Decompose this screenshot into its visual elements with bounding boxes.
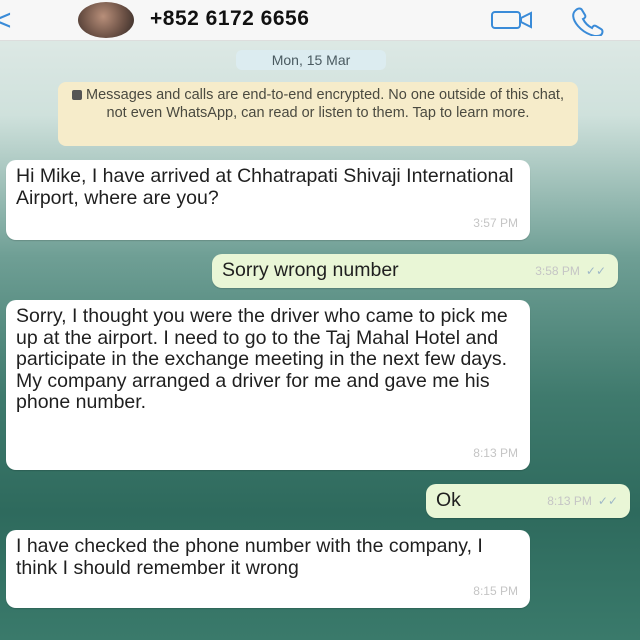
- message-text: Sorry, I thought you were the driver who…: [16, 305, 508, 413]
- message-bubble-incoming[interactable]: Sorry, I thought you were the driver who…: [6, 300, 530, 470]
- message-time: 3:58 PM ✓✓: [535, 263, 606, 278]
- read-ticks-icon: ✓✓: [585, 263, 606, 278]
- read-ticks-icon: ✓✓: [597, 493, 618, 508]
- message-text: Ok: [436, 489, 461, 511]
- message-bubble-outgoing[interactable]: Sorry wrong number 3:58 PM ✓✓: [212, 254, 618, 288]
- back-arrow-icon[interactable]: <: [0, 4, 12, 38]
- message-bubble-incoming[interactable]: I have checked the phone number with the…: [6, 530, 530, 608]
- message-time: 8:13 PM ✓✓: [547, 493, 618, 508]
- message-bubble-incoming[interactable]: Hi Mike, I have arrived at Chhatrapati S…: [6, 160, 530, 240]
- message-time: 8:13 PM: [473, 445, 518, 460]
- video-call-icon[interactable]: [490, 8, 534, 32]
- message-bubble-outgoing[interactable]: Ok 8:13 PM ✓✓: [426, 484, 630, 518]
- contact-title[interactable]: +852 6172 6656: [150, 7, 309, 31]
- lock-icon: [72, 90, 82, 100]
- encryption-text: Messages and calls are end-to-end encryp…: [86, 87, 564, 121]
- chat-header: < +852 6172 6656: [0, 0, 640, 41]
- message-text: Sorry wrong number: [222, 259, 399, 281]
- date-separator: Mon, 15 Mar: [236, 50, 386, 70]
- message-time: 3:57 PM: [473, 215, 518, 230]
- avatar[interactable]: [78, 2, 134, 38]
- phone-icon[interactable]: [568, 4, 608, 36]
- encryption-notice[interactable]: Messages and calls are end-to-end encryp…: [58, 82, 578, 146]
- message-time: 8:15 PM: [473, 583, 518, 598]
- message-text: Hi Mike, I have arrived at Chhatrapati S…: [16, 165, 514, 209]
- message-text: I have checked the phone number with the…: [16, 535, 483, 579]
